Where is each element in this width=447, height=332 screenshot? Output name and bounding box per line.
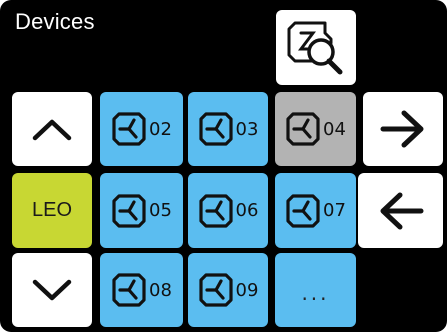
device-label: 08 [149, 279, 172, 301]
device-label: 09 [235, 279, 259, 301]
arrow-right-icon [380, 110, 424, 148]
more-devices-button[interactable]: ... [275, 253, 356, 327]
next-page-button[interactable] [363, 92, 443, 166]
device-tile-09[interactable]: 09 [188, 253, 268, 327]
devices-panel: Devices LEO 02 03 04 05 06 07 08 09 ... [0, 0, 447, 332]
device-tile-05[interactable]: 05 [100, 173, 183, 248]
device-icon [112, 112, 146, 146]
device-label: 07 [323, 200, 346, 221]
device-label: 06 [235, 200, 259, 221]
device-search-icon [287, 21, 343, 74]
device-tile-07[interactable]: 07 [275, 173, 356, 248]
device-label: 04 [323, 118, 346, 140]
arrow-left-icon [380, 192, 423, 229]
chevron-up-icon [32, 119, 72, 141]
scroll-down-button[interactable] [12, 253, 92, 327]
device-label: 02 [149, 118, 172, 140]
device-tile-06[interactable]: 06 [188, 173, 268, 248]
device-tile-08[interactable]: 08 [100, 253, 183, 327]
device-tile-02[interactable]: 02 [100, 92, 183, 166]
scroll-up-button[interactable] [12, 92, 92, 166]
group-label: LEO [31, 199, 73, 221]
device-label: 03 [235, 118, 259, 140]
device-tile-04[interactable]: 04 [275, 92, 356, 166]
previous-page-button[interactable] [358, 173, 443, 248]
device-icon [286, 193, 320, 228]
page-title: Devices [15, 9, 95, 34]
device-label: 05 [149, 200, 172, 221]
more-label: ... [301, 281, 330, 305]
search-devices-button[interactable] [276, 10, 356, 85]
chevron-down-icon [32, 279, 72, 301]
device-icon [198, 112, 233, 146]
device-icon [286, 112, 320, 146]
device-icon [198, 193, 233, 228]
device-icon [112, 273, 146, 307]
device-icon [198, 273, 233, 307]
group-leo-button[interactable]: LEO [12, 173, 92, 248]
device-tile-03[interactable]: 03 [188, 92, 268, 166]
device-icon [112, 193, 146, 228]
